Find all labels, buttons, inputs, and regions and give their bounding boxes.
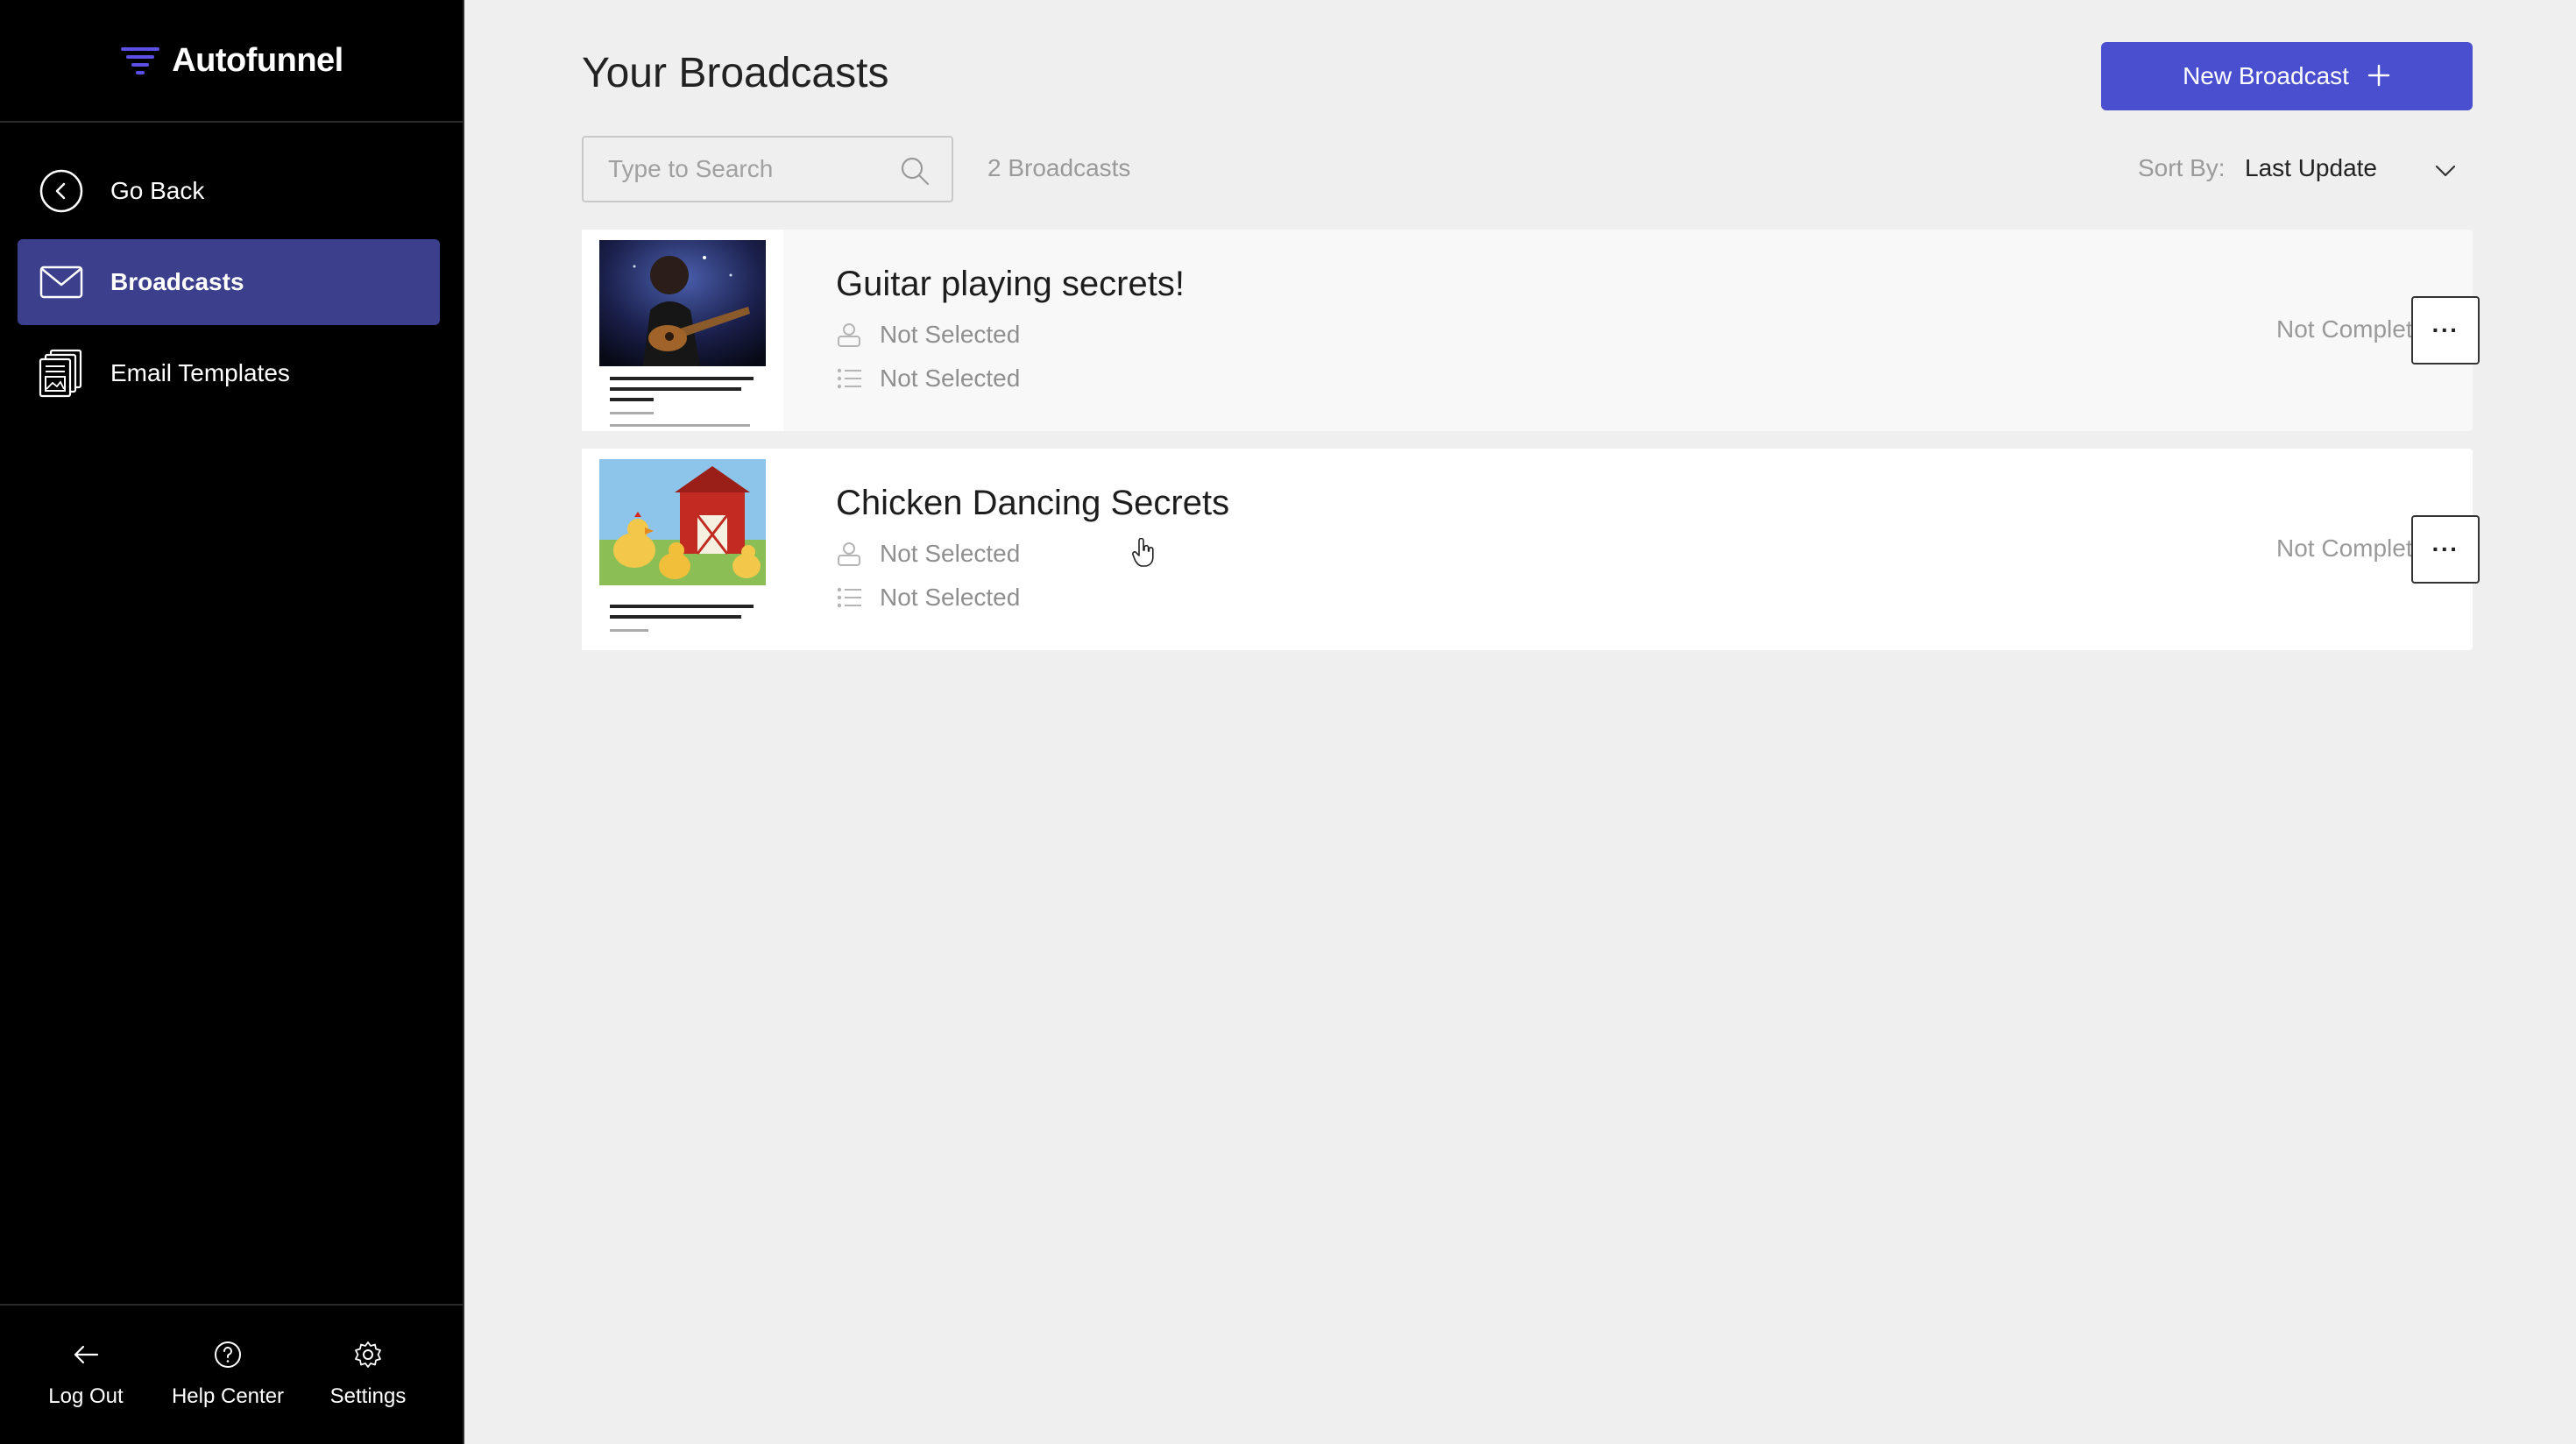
chicken-barn-image bbox=[599, 459, 766, 585]
search-input[interactable] bbox=[584, 154, 899, 184]
help-center-label: Help Center bbox=[171, 1384, 285, 1408]
preview-line bbox=[610, 629, 648, 632]
preview-line bbox=[610, 398, 654, 401]
preview-line bbox=[610, 615, 741, 619]
more-options-button[interactable]: ··· bbox=[2411, 515, 2480, 584]
broadcast-card[interactable]: Guitar playing secrets! Not Selected Not… bbox=[582, 230, 2480, 431]
search-box bbox=[582, 136, 953, 202]
sidebar-item-label: Go Back bbox=[110, 177, 205, 204]
list-row: Not Selected bbox=[836, 365, 1020, 393]
gear-icon bbox=[350, 1337, 386, 1372]
search-icon[interactable] bbox=[899, 155, 931, 187]
email-preview-thumbnail[interactable] bbox=[582, 230, 783, 431]
help-center-button[interactable]: Help Center bbox=[158, 1337, 298, 1425]
templates-icon bbox=[39, 349, 84, 398]
sidebar: Autofunnel Go Back Broadcasts Email Temp… bbox=[0, 0, 464, 1444]
settings-label: Settings bbox=[329, 1384, 407, 1408]
list-value: Not Selected bbox=[880, 584, 1021, 611]
logo[interactable]: Autofunnel bbox=[0, 0, 463, 123]
log-out-label: Log Out bbox=[48, 1384, 124, 1408]
more-icon: ··· bbox=[2431, 316, 2459, 343]
settings-button[interactable]: Settings bbox=[298, 1337, 438, 1425]
preview-line bbox=[610, 605, 754, 608]
preview-line bbox=[610, 387, 741, 391]
help-circle-icon bbox=[210, 1337, 245, 1372]
app-name: Autofunnel bbox=[172, 41, 343, 79]
broadcast-card[interactable]: Chicken Dancing Secrets Not Selected Not… bbox=[582, 449, 2480, 650]
sender-row: Not Selected bbox=[836, 321, 1020, 349]
sender-value: Not Selected bbox=[880, 540, 1021, 567]
preview-line bbox=[610, 412, 654, 414]
sidebar-item-email-templates[interactable]: Email Templates bbox=[18, 330, 440, 416]
sender-value: Not Selected bbox=[880, 321, 1021, 348]
list-value: Not Selected bbox=[880, 365, 1021, 392]
sort-select[interactable]: Last Update bbox=[2245, 154, 2377, 182]
email-preview-thumbnail[interactable] bbox=[582, 449, 783, 650]
log-out-button[interactable]: Log Out bbox=[16, 1337, 156, 1425]
sort-label: Sort By: bbox=[2138, 154, 2226, 181]
more-icon: ··· bbox=[2431, 535, 2459, 563]
arrow-left-icon bbox=[68, 1337, 103, 1372]
funnel-logo-icon bbox=[121, 47, 160, 74]
broadcast-count: 2 Broadcasts bbox=[987, 154, 1131, 181]
sender-row: Not Selected bbox=[836, 540, 1020, 568]
broadcast-title[interactable]: Guitar playing secrets! bbox=[836, 265, 1185, 304]
mail-icon bbox=[39, 259, 84, 305]
user-icon bbox=[838, 323, 860, 347]
list-icon bbox=[837, 368, 861, 389]
list-icon bbox=[837, 587, 861, 608]
list-row: Not Selected bbox=[836, 584, 1020, 612]
sidebar-item-go-back[interactable]: Go Back bbox=[18, 148, 440, 234]
page-title: Your Broadcasts bbox=[582, 50, 889, 96]
plus-icon bbox=[2367, 59, 2391, 94]
main-content: Your Broadcasts New Broadcast 2 Broadcas… bbox=[464, 0, 2576, 1444]
preview-line bbox=[610, 424, 750, 427]
more-options-button[interactable]: ··· bbox=[2411, 296, 2480, 365]
chevron-left-circle-icon bbox=[39, 168, 84, 214]
hand-cursor-icon bbox=[1132, 538, 1154, 567]
sidebar-item-label: Broadcasts bbox=[110, 268, 244, 295]
guitarist-image bbox=[599, 240, 766, 366]
preview-line bbox=[610, 377, 754, 380]
user-icon bbox=[838, 542, 860, 566]
sidebar-footer: Log Out Help Center Settings bbox=[0, 1304, 463, 1444]
new-broadcast-label: New Broadcast bbox=[2183, 62, 2349, 89]
chevron-down-icon[interactable] bbox=[2432, 158, 2459, 184]
new-broadcast-button[interactable]: New Broadcast bbox=[2101, 42, 2473, 110]
broadcast-title[interactable]: Chicken Dancing Secrets bbox=[836, 484, 1229, 523]
sidebar-item-label: Email Templates bbox=[110, 359, 290, 386]
sidebar-item-broadcasts[interactable]: Broadcasts bbox=[18, 239, 440, 325]
